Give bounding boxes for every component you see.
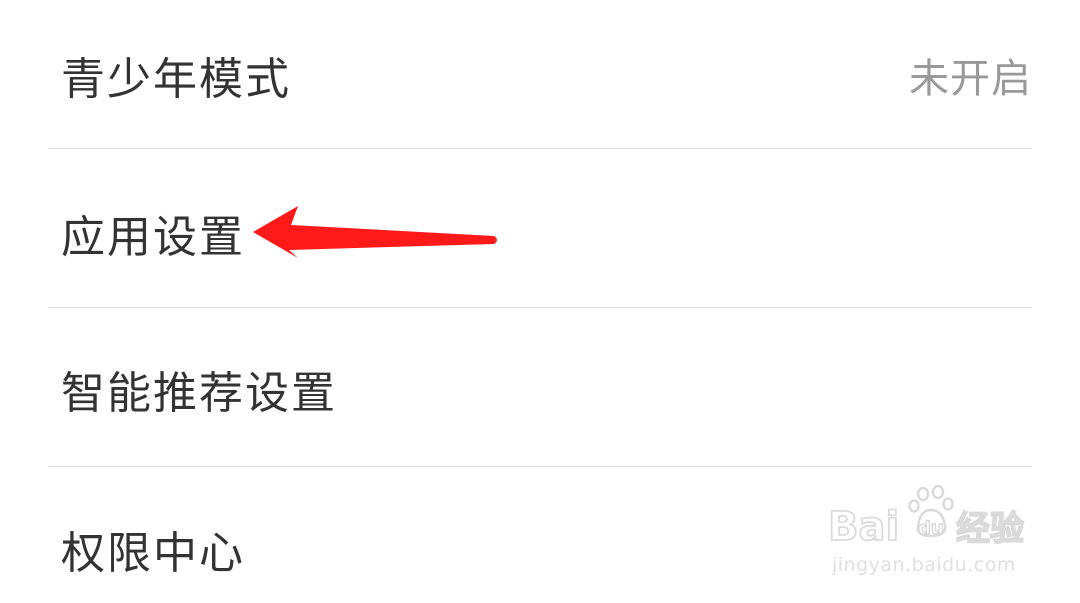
settings-item-app-settings[interactable]: 应用设置 — [48, 158, 1032, 308]
divider — [48, 466, 1032, 467]
settings-item-smart-recommend[interactable]: 智能推荐设置 — [48, 314, 1032, 464]
watermark-url: jingyan.baidu.com — [832, 554, 1016, 576]
settings-item-label: 智能推荐设置 — [61, 368, 337, 419]
baidu-logo-icon: Bai du 经验 — [827, 484, 1025, 551]
svg-text:du: du — [918, 518, 944, 539]
settings-item-status: 未开启 — [909, 56, 1032, 102]
divider — [48, 148, 1032, 149]
settings-item-youth-mode[interactable]: 青少年模式 未开启 — [48, 0, 1032, 150]
svg-text:Bai: Bai — [828, 504, 899, 550]
divider — [48, 307, 1032, 308]
settings-item-label: 权限中心 — [61, 528, 245, 579]
settings-item-label: 应用设置 — [61, 212, 245, 263]
svg-text:经验: 经验 — [956, 509, 1024, 549]
baidu-jingyan-watermark: Bai du 经验 jingyan.baidu.com — [827, 484, 1028, 584]
settings-item-label: 青少年模式 — [61, 54, 291, 105]
